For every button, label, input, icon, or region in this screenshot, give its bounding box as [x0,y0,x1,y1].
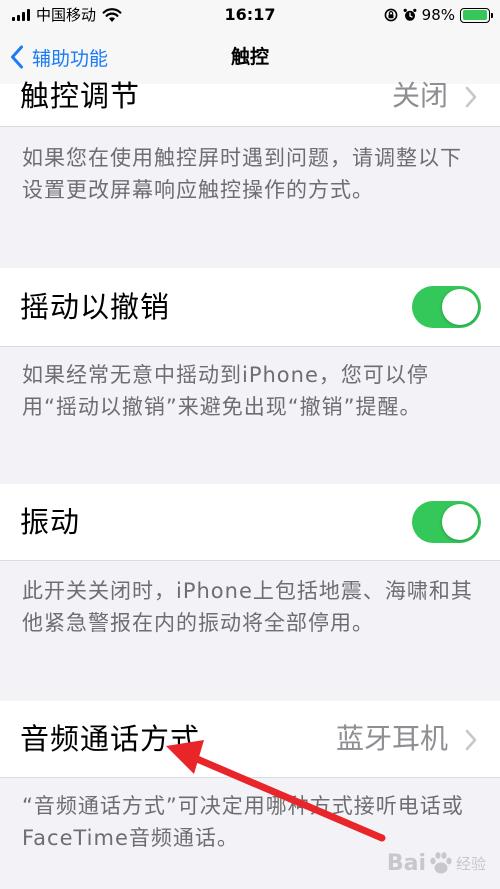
status-right: 98% [384,5,493,25]
chevron-left-icon [11,45,23,69]
toggle-knob [442,289,478,325]
touch-accommodations-value: 关闭 [391,79,448,112]
baidu-watermark: Bai 经验 [387,846,486,880]
shake-to-undo-label: 摇动以撤销 [20,290,171,324]
shake-to-undo-cell: 摇动以撤销 [0,268,500,347]
vibration-label: 振动 [20,505,81,539]
vibration-cell: 振动 [0,484,500,561]
shake-to-undo-footer: 如果经常无意中摇动到iPhone，您可以停用“摇动以撤销”来避免出现“撤销”提醒… [22,363,429,419]
orientation-lock-icon [384,8,398,22]
watermark-suffix: 经验 [455,854,486,873]
paw-icon [430,852,452,874]
touch-accommodations-footer: 如果您在使用触控屏时遇到问题，请调整以下设置更改屏幕响应触控操作的方式。 [22,146,462,202]
annotation-arrow [166,740,386,842]
alarm-icon [403,8,417,21]
touch-accommodations-cell[interactable]: 触控调节 关闭 [0,79,500,127]
chevron-right-icon [465,729,477,751]
back-button-label: 辅助功能 [32,47,109,70]
battery-percent: 98% [421,6,455,24]
battery-fill [462,10,487,20]
watermark-brand: Bai [386,850,426,876]
vibration-toggle[interactable] [412,501,481,543]
touch-accommodations-label: 触控调节 [20,79,141,113]
vibration-footer: 此开关关闭时，iPhone上包括地震、海啸和其他紧急警报在内的振动将全部停用。 [22,579,473,635]
toggle-knob [442,504,478,540]
battery-icon [460,7,493,23]
chevron-right-icon [465,86,477,108]
status-bar: 中国移动 16:17 98% [0,0,500,30]
shake-to-undo-toggle[interactable] [412,286,481,328]
